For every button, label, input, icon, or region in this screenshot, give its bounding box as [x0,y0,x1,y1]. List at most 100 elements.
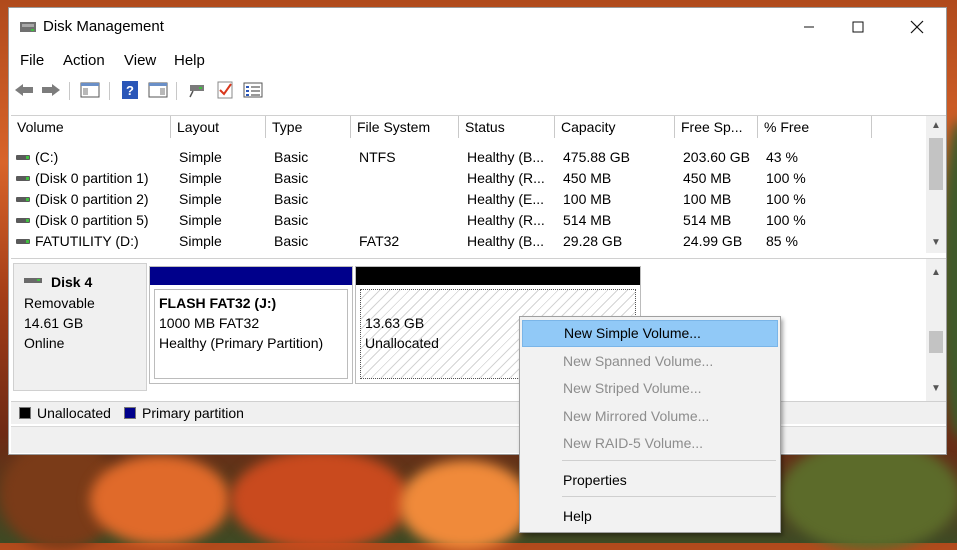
scroll-down-arrow-icon[interactable]: ▼ [926,379,946,397]
checklist-button[interactable] [214,79,236,101]
properties-pane-icon [148,82,168,98]
cell-volume: (Disk 0 partition 5) [35,212,149,228]
menu-item-new-spanned-volume[interactable]: New Spanned Volume... [522,348,778,375]
cell-layout: Simple [179,233,222,249]
cell-capacity: 29.28 GB [563,233,623,249]
context-menu: New Simple Volume... New Spanned Volume.… [519,316,781,533]
cell-percent-free: 43 % [766,149,798,165]
cell-status: Healthy (B... [467,233,545,249]
scroll-down-arrow-icon[interactable]: ▼ [926,233,946,251]
partition-size: 1000 MB FAT32 [159,315,260,331]
partition-flash-fat32[interactable]: FLASH FAT32 (J:) 1000 MB FAT32 Healthy (… [149,266,353,384]
cell-percent-free: 85 % [766,233,798,249]
menu-separator [562,496,776,497]
partition-body: FLASH FAT32 (J:) 1000 MB FAT32 Healthy (… [154,289,348,379]
menu-item-new-striped-volume[interactable]: New Striped Volume... [522,375,778,402]
menu-view[interactable]: View [124,52,156,69]
status-bar [11,426,946,453]
forward-button[interactable] [40,79,62,101]
maximize-icon [852,21,864,33]
disk-view-scrollbar[interactable]: ▲ ▼ [926,259,946,401]
menu-item-help[interactable]: Help [522,503,778,530]
help-icon: ? [122,81,138,99]
column-header-percent-free[interactable]: % Free [758,116,872,138]
maximize-button[interactable] [835,8,881,46]
help-button[interactable]: ? [119,79,141,101]
back-arrow-icon [15,84,33,96]
legend-unallocated-swatch [19,407,31,419]
volume-list-scrollbar[interactable]: ▲ ▼ [926,116,946,253]
legend-primary-swatch [124,407,136,419]
column-header-status[interactable]: Status [459,116,555,138]
table-row[interactable]: (Disk 0 partition 5) Simple Basic Health… [11,210,926,231]
show-hide-console-tree-button[interactable] [79,79,101,101]
menu-separator [562,460,776,461]
scroll-up-arrow-icon[interactable]: ▲ [926,116,946,134]
volume-icon [16,218,30,223]
table-row[interactable]: (C:) Simple Basic NTFS Healthy (B... 475… [11,147,926,168]
scrollbar-thumb[interactable] [929,331,943,353]
cell-layout: Simple [179,170,222,186]
minimize-button[interactable] [786,8,832,46]
cell-file-system: NTFS [359,149,396,165]
table-row[interactable]: (Disk 0 partition 2) Simple Basic Health… [11,189,926,210]
list-view-icon [243,82,263,98]
column-header-type[interactable]: Type [266,116,351,138]
window-title: Disk Management [43,18,164,35]
column-header-volume[interactable]: Volume [11,116,171,138]
cell-free-space: 203.60 GB [683,149,750,165]
legend: Unallocated Primary partition [11,401,946,424]
table-row[interactable]: (Disk 0 partition 1) Simple Basic Health… [11,168,926,189]
connect-virtual-disk-button[interactable] [186,79,208,101]
cell-free-space: 450 MB [683,170,732,186]
disk-state: Online [24,335,65,351]
unallocated-size: 13.63 GB [365,315,425,331]
menu-help[interactable]: Help [174,52,205,69]
cell-status: Healthy (R... [467,170,545,186]
menu-item-new-raid5-volume[interactable]: New RAID-5 Volume... [522,430,778,457]
cell-type: Basic [274,191,309,207]
column-header-capacity[interactable]: Capacity [555,116,675,138]
forward-arrow-icon [42,84,60,96]
volume-icon [16,197,30,202]
scroll-up-arrow-icon[interactable]: ▲ [926,263,946,281]
volume-icon [16,155,30,160]
disk-graphical-view: Disk 4 Removable 14.61 GB Online FLASH F… [11,258,946,401]
cell-layout: Simple [179,212,222,228]
column-header-file-system[interactable]: File System [351,116,459,138]
list-view-button[interactable] [242,79,264,101]
volume-icon [16,239,30,244]
cell-status: Healthy (R... [467,212,545,228]
unallocated-bar [356,267,640,285]
cell-free-space: 100 MB [683,191,732,207]
cell-capacity: 100 MB [563,191,612,207]
column-header-free-space[interactable]: Free Sp... [675,116,758,138]
scrollbar-thumb[interactable] [929,138,943,190]
close-icon [910,20,924,34]
volume-list: Volume Layout Type File System Status Ca… [11,115,946,253]
volume-icon [16,176,30,181]
cell-layout: Simple [179,149,222,165]
menu-item-properties[interactable]: Properties [522,467,778,494]
back-button[interactable] [13,79,35,101]
toolbar: ? [9,76,946,106]
menu-item-new-mirrored-volume[interactable]: New Mirrored Volume... [522,403,778,430]
disk-size: 14.61 GB [24,315,84,331]
toolbar-separator [176,82,177,100]
close-button[interactable] [894,8,940,46]
menu-file[interactable]: File [20,52,44,69]
connect-virtual-disk-icon [189,85,204,98]
menu-item-new-simple-volume[interactable]: New Simple Volume... [522,320,778,347]
column-header-layout[interactable]: Layout [171,116,266,138]
checklist-icon [217,81,233,99]
cell-volume: (Disk 0 partition 2) [35,191,149,207]
cell-layout: Simple [179,191,222,207]
disk-4-label[interactable]: Disk 4 Removable 14.61 GB Online [13,263,147,391]
table-row[interactable]: FATUTILITY (D:) Simple Basic FAT32 Healt… [11,231,926,252]
disk-management-app-icon [20,22,36,32]
cell-free-space: 24.99 GB [683,233,743,249]
menu-action[interactable]: Action [63,52,105,69]
properties-pane-button[interactable] [147,79,169,101]
disk-kind: Removable [24,295,95,311]
cell-file-system: FAT32 [359,233,400,249]
